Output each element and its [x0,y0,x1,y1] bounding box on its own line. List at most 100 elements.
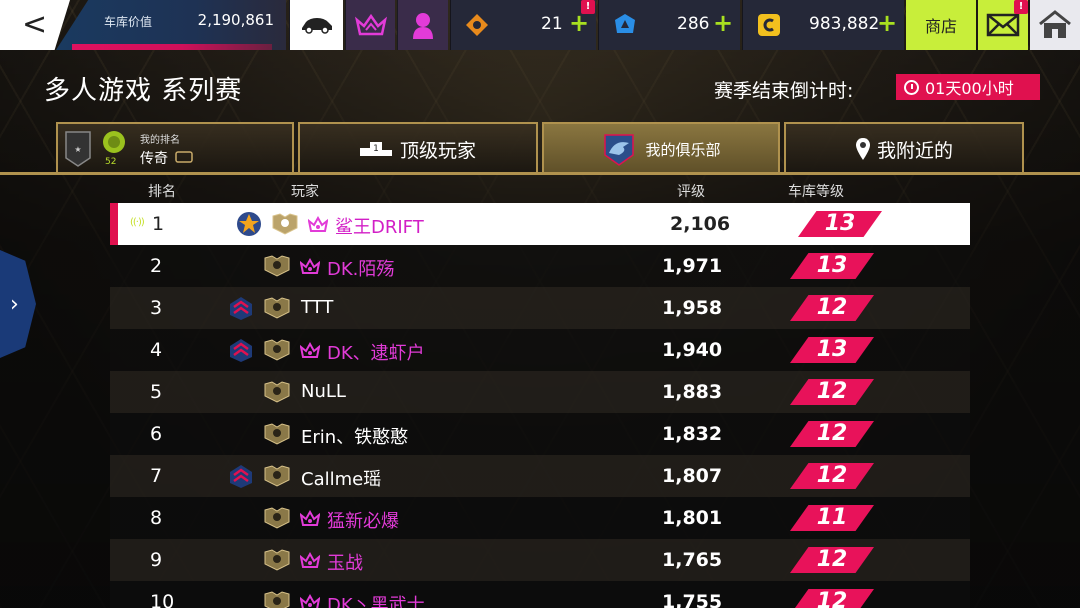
side-panel-toggle[interactable]: › [0,250,36,358]
token-value: 286 [677,14,710,34]
garage-level-badge: 12 [790,379,874,405]
tab-my-club-label: 我的俱乐部 [645,140,721,159]
legend-emblem-icon [264,465,290,487]
chevron-league-icon [230,297,252,320]
player-rating: 1,765 [662,549,723,571]
legend-emblem-icon [264,507,290,529]
fusion-coin-value: 21 [541,14,563,34]
row-rank: 7 [150,465,163,487]
player-level-badge: 52 [96,129,132,169]
player-name: 玉战 [327,553,363,574]
player-rating: 1,832 [662,423,723,445]
table-header: 排名 玩家 评级 车库等级 [110,175,970,203]
table-row[interactable]: 3 TTT 1,958 12 [110,287,970,329]
player-name: DK、逮虾户 [327,343,425,364]
star-league-icon [237,212,261,236]
legend-emblem-icon [264,381,290,403]
table-row[interactable]: 5 NuLL 1,883 12 [110,371,970,413]
profile-icon [413,13,433,39]
header-rating: 评级 [677,184,705,200]
tab-my-rank[interactable]: ★ 52 我的排名 传奇 [56,122,294,174]
legend-emblem-icon [264,549,290,571]
tab-nearby[interactable]: 我附近的 [784,122,1024,174]
garage-level-badge: 12 [790,295,874,321]
mail-icon [986,13,1020,37]
player-rating: 2,106 [670,213,731,235]
token-counter[interactable]: 286 + [598,0,740,50]
league-button[interactable] [345,0,395,50]
table-row[interactable]: 4 DK、逮虾户 1,940 13 [110,329,970,371]
player-name: Erin、铁憨憨 [301,427,409,448]
shop-label: 商店 [924,17,957,36]
garage-level-badge: 13 [790,253,874,279]
blueprint-token-icon [615,14,635,33]
podium-icon: 1 [359,142,392,156]
player-rating: 1,971 [662,255,723,277]
row-rank: 2 [150,255,163,277]
club-crown-icon [300,258,320,274]
club-crown-icon [308,216,328,232]
garage-button[interactable] [289,0,343,50]
table-body: ((·)) 1 鲨王DRIFT 2,106 13 2 DK.陌殇 1,971 13 3 TTT 1,9… [110,203,970,608]
garage-level-badge: 13 [790,337,874,363]
club-crown-icon [300,552,320,568]
row-rank: 10 [150,591,175,608]
profile-button[interactable] [397,0,448,50]
credits-icon [758,14,780,36]
home-icon [1039,10,1071,38]
home-button[interactable] [1030,0,1080,50]
leaderboard-table: 排名 玩家 评级 车库等级 ((·)) 1 鲨王DRIFT 2,106 13 2 DK.陌殇… [110,175,970,608]
credits-add-button[interactable]: + [877,9,897,37]
garage-value-bar [72,44,272,50]
shield-icon [103,131,125,153]
garage-value-panel: 车库价值 2,190,861 [56,0,286,50]
crown-icon [354,13,387,36]
fusion-coin-icon [466,14,488,36]
table-row[interactable]: 10 DK丶黑武士 1,755 12 [110,581,970,608]
shop-button[interactable]: 商店 [906,0,976,50]
row-rank: 3 [150,297,163,319]
player-rating: 1,801 [662,507,723,529]
svg-text:★: ★ [74,145,81,154]
my-rank-name: 传奇 [140,150,168,167]
mail-button[interactable]: ! [978,0,1028,50]
fusion-coin-counter[interactable]: 21 + ! [450,0,596,50]
row-rank: 8 [150,507,163,529]
garage-level-badge: 13 [798,211,882,237]
table-row[interactable]: 7 Callme瑶 1,807 12 [110,455,970,497]
table-row[interactable]: 6 Erin、铁憨憨 1,832 12 [110,413,970,455]
credits-value: 983,882 [809,14,880,34]
legend-emblem-icon [272,213,298,235]
chevron-league-icon [230,339,252,362]
garage-level-badge: 12 [790,463,874,489]
tab-my-club[interactable]: 我的俱乐部 [542,122,780,174]
table-row[interactable]: 8 猛新必爆 1,801 11 [110,497,970,539]
my-rank-label: 我的排名 [140,134,180,146]
back-button[interactable]: < [0,0,70,50]
header-garage-level: 车库等级 [788,184,844,200]
tab-nearby-label: 我附近的 [876,139,953,162]
back-arrow-icon: < [22,7,48,42]
legend-emblem-icon [264,591,290,608]
season-countdown-value: 01天00小时 [925,79,1014,98]
player-rating: 1,883 [662,381,723,403]
player-rating: 1,958 [662,297,723,319]
credits-counter[interactable]: 983,882 + [742,0,904,50]
club-crown-icon [300,594,320,608]
legend-emblem-icon [264,339,290,361]
row-rank: 5 [150,381,163,403]
table-row[interactable]: ((·)) 1 鲨王DRIFT 2,106 13 [110,203,970,245]
garage-level-badge: 11 [790,505,874,531]
player-name: NuLL [301,381,346,402]
tab-top-players[interactable]: 1 顶级玩家 [298,122,538,174]
garage-level-badge: 12 [790,589,874,608]
token-add-button[interactable]: + [713,9,733,37]
car-icon [301,18,332,34]
chevron-right-icon: › [10,291,19,317]
tab-top-players-label: 顶级玩家 [399,139,476,162]
table-row[interactable]: 9 玉战 1,765 12 [110,539,970,581]
player-name: 猛新必爆 [327,511,399,532]
legend-emblem-icon [264,297,290,319]
season-countdown-badge: 01天00小时 [896,74,1040,100]
table-row[interactable]: 2 DK.陌殇 1,971 13 [110,245,970,287]
